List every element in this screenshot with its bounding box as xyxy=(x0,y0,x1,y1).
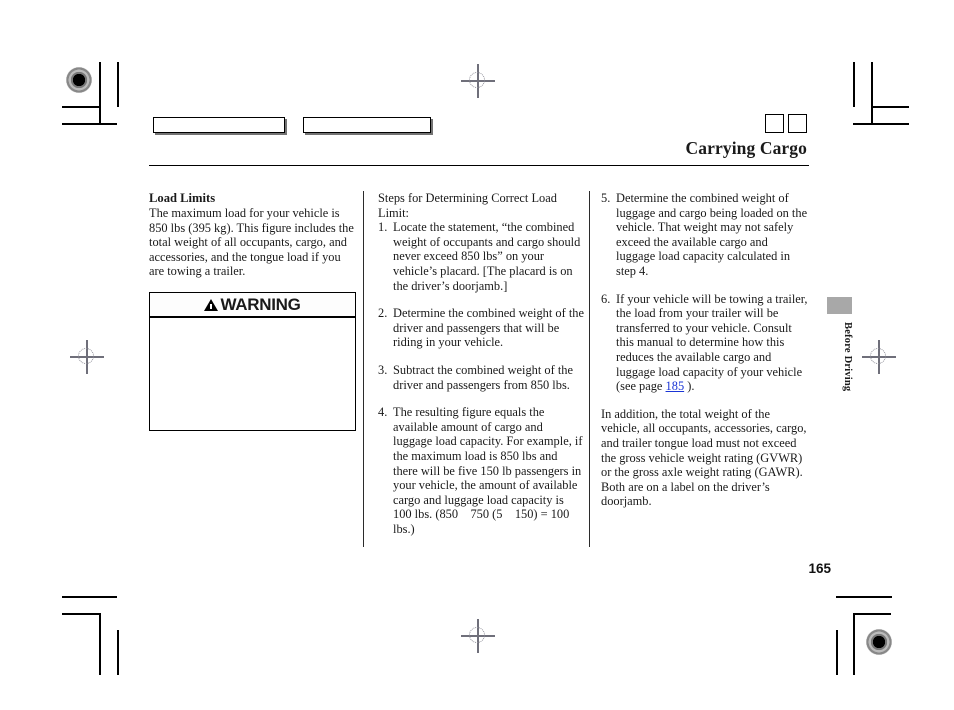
crop-mark-bottom-left-vertical-inner xyxy=(99,613,101,675)
crop-mark-top-right-horizontal-outer xyxy=(853,123,909,125)
crosshair-circle xyxy=(469,72,485,88)
warning-label: WARNING xyxy=(220,294,301,314)
registration-crosshair-left xyxy=(70,340,104,374)
list-item-number: 2. xyxy=(378,306,388,321)
square-icon-1 xyxy=(765,114,784,133)
crop-mark-top-left-vertical-outer xyxy=(117,62,119,107)
warning-box-header: WARNING xyxy=(150,292,355,318)
crop-mark-top-right-vertical-inner xyxy=(871,62,873,124)
registration-bullseye-bottom-right xyxy=(866,629,892,655)
list-item-text-after-link: ). xyxy=(684,379,695,394)
steps-list-middle: 1. Locate the statement, “the combined w… xyxy=(378,220,585,536)
color-bar-1 xyxy=(153,117,285,133)
crosshair-circle xyxy=(469,627,485,643)
side-section-label: Before Driving xyxy=(842,322,853,392)
crop-mark-bottom-right-vertical-inner xyxy=(853,613,855,675)
crop-mark-bottom-left-horizontal-outer xyxy=(62,596,117,598)
list-item-text-before-link: If your vehicle will be towing a trailer… xyxy=(616,291,808,394)
column-middle: Steps for Determining Correct Load Limit… xyxy=(378,191,585,536)
column-divider-2 xyxy=(589,191,591,547)
list-item-text: Locate the statement, “the combined weig… xyxy=(393,220,581,293)
list-item-number: 5. xyxy=(601,191,611,205)
registration-crosshair-right xyxy=(862,340,896,374)
column-right: 5. Determine the combined weight of lugg… xyxy=(601,191,810,509)
crop-mark-bottom-right-horizontal-outer xyxy=(836,596,892,598)
page-content: Load Limits The maximum load for your ve… xyxy=(149,191,814,547)
list-item: 6. If your vehicle will be towing a trai… xyxy=(601,292,810,394)
registration-crosshair-top xyxy=(461,64,495,98)
list-item: 3. Subtract the combined weight of the d… xyxy=(378,363,585,392)
registration-bullseye-top-left xyxy=(66,67,92,93)
steps-list-right: 5. Determine the combined weight of lugg… xyxy=(601,191,810,394)
crosshair-circle xyxy=(870,348,886,364)
list-item: 1. Locate the statement, “the combined w… xyxy=(378,220,585,293)
page-title: Carrying Cargo xyxy=(685,138,807,158)
closing-paragraph: In addition, the total weight of the veh… xyxy=(601,406,807,509)
crop-mark-top-left-horizontal-inner xyxy=(62,106,100,108)
crop-mark-bottom-right-vertical-outer xyxy=(836,630,838,675)
crop-mark-top-right-vertical-outer xyxy=(853,62,855,107)
list-item: 2. Determine the combined weight of the … xyxy=(378,306,585,350)
header-icon-group xyxy=(765,114,807,133)
header-divider-rule xyxy=(149,165,809,167)
thumb-tab-block xyxy=(827,297,852,314)
color-bar-2 xyxy=(303,117,431,133)
warning-box-body xyxy=(150,318,355,430)
crop-mark-bottom-right-horizontal-inner xyxy=(853,613,891,615)
list-item: 4. The resulting figure equals the avail… xyxy=(378,405,585,536)
list-item: 5. Determine the combined weight of lugg… xyxy=(601,191,810,279)
steps-intro: Steps for Determining Correct Load Limit… xyxy=(378,191,557,220)
crop-mark-bottom-left-horizontal-inner xyxy=(62,613,100,615)
page-reference-link[interactable]: 185 xyxy=(666,379,685,393)
list-item-text: Determine the combined weight of luggage… xyxy=(616,191,808,278)
section-title-load-limits: Load Limits xyxy=(149,191,216,205)
list-item-text: The resulting figure equals the availabl… xyxy=(393,405,586,536)
list-item-text: Determine the combined weight of the dri… xyxy=(393,306,584,350)
column-left: Load Limits The maximum load for your ve… xyxy=(149,191,356,431)
column-divider-1 xyxy=(363,191,365,547)
registration-crosshair-bottom xyxy=(461,619,495,653)
warning-triangle-icon xyxy=(204,299,219,312)
crop-mark-top-left-vertical-inner xyxy=(99,62,101,124)
list-item-number: 3. xyxy=(378,362,388,377)
warning-box: WARNING xyxy=(149,291,356,431)
crop-mark-top-left-horizontal-outer xyxy=(62,123,117,125)
page-number: 165 xyxy=(808,561,831,576)
crop-mark-bottom-left-vertical-outer xyxy=(117,630,119,675)
crosshair-circle xyxy=(78,348,94,364)
crop-mark-top-right-horizontal-inner xyxy=(871,106,909,108)
list-item-number: 6. xyxy=(601,291,611,306)
list-item-number: 1. xyxy=(378,220,388,235)
list-item-number: 4. xyxy=(378,405,388,420)
square-icon-2 xyxy=(788,114,807,133)
load-limits-paragraph: The maximum load for your vehicle is 850… xyxy=(149,206,354,279)
list-item-text: Subtract the combined weight of the driv… xyxy=(393,362,573,392)
